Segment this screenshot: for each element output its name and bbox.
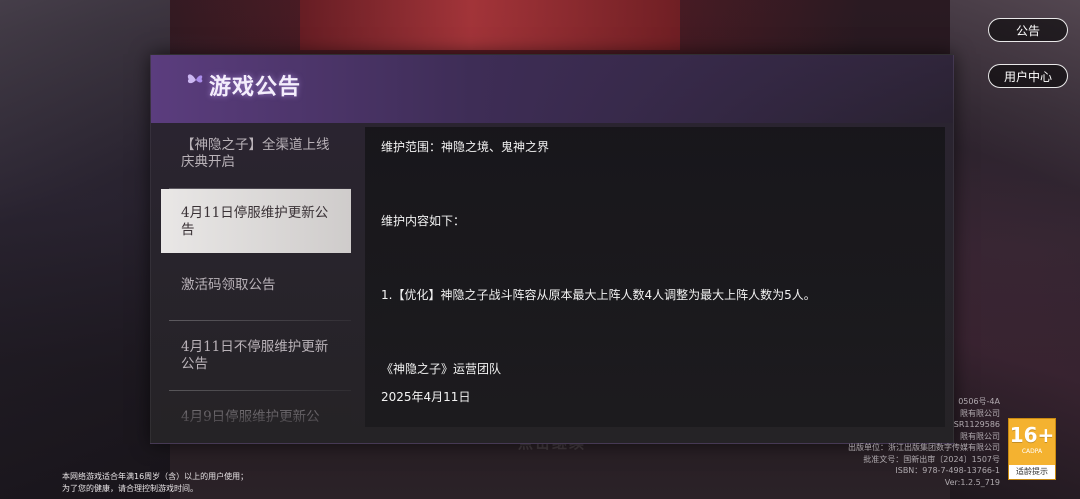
notice-button[interactable]: 公告: [988, 18, 1068, 42]
pub-line: 出版单位：浙江出版集团数字传媒有限公司: [848, 443, 1000, 452]
content-signature: 《神隐之子》运营团队: [381, 362, 502, 376]
tab-activation-code[interactable]: 激活码领取公告: [161, 253, 351, 321]
age-rating-value: 16+: [1009, 423, 1055, 447]
age-rating-tip: 适龄提示: [1009, 465, 1055, 479]
title-wrap: 游戏公告: [185, 69, 301, 101]
content-line: 维护范围：神隐之境、鬼神之界: [381, 140, 550, 154]
content-line: 维护内容如下：: [381, 214, 466, 228]
pub-line: 批准文号：国新出审〔2024〕1507号: [863, 454, 1000, 464]
panel-header: 游戏公告: [151, 55, 953, 123]
announcement-content[interactable]: 维护范围：神隐之境、鬼神之界 维护内容如下： 1.【优化】神隐之子战斗阵容从原本…: [365, 127, 945, 427]
background-banner: [300, 0, 680, 50]
butterfly-icon: [187, 74, 203, 84]
panel-title: 游戏公告: [209, 74, 302, 100]
age-rating-badge: 16+ CADPA 适龄提示: [1008, 418, 1056, 480]
tab-launch-celebration[interactable]: 【神隐之子】全渠道上线庆典开启: [161, 127, 351, 189]
pub-line: 0506号-4A: [958, 397, 1000, 406]
pub-line: ISBN：978-7-498-13766-1: [895, 466, 1000, 475]
tab-hot-update-apr11[interactable]: 4月11日不停服维护更新公告: [161, 321, 351, 391]
health-notice: 本网络游戏适合年满16周岁（含）以上的用户使用； 为了您的健康，请合理控制游戏时…: [62, 471, 248, 495]
health-notice-line: 为了您的健康，请合理控制游戏时间。: [62, 484, 198, 493]
pub-line: SR1129586: [953, 420, 1000, 429]
user-center-button[interactable]: 用户中心: [988, 64, 1068, 88]
content-line: 1.【优化】神隐之子战斗阵容从原本最大上阵人数4人调整为最大上阵人数为5人。: [381, 288, 816, 302]
announcement-panel: 游戏公告 【神隐之子】全渠道上线庆典开启 4月11日停服维护更新公告 激活码领取…: [150, 54, 954, 444]
version-label: Ver:1.2.5_719: [944, 477, 1000, 487]
announcement-tab-list[interactable]: 【神隐之子】全渠道上线庆典开启 4月11日停服维护更新公告 激活码领取公告 4月…: [161, 127, 351, 427]
age-rating-org: CADPA: [1021, 448, 1043, 455]
tab-maintenance-apr11[interactable]: 4月11日停服维护更新公告: [161, 189, 351, 253]
publishing-info: 0506号-4A 限有限公司 SR1129586 限有限公司 出版单位：浙江出版…: [848, 396, 1000, 488]
tab-maintenance-apr9[interactable]: 4月9日停服维护更新公: [161, 391, 351, 427]
pub-line: 限有限公司: [960, 408, 1000, 418]
pub-line: 限有限公司: [960, 431, 1000, 441]
health-notice-line: 本网络游戏适合年满16周岁（含）以上的用户使用；: [62, 472, 249, 481]
content-date: 2025年4月11日: [381, 390, 471, 404]
character-art-left: [0, 0, 170, 499]
